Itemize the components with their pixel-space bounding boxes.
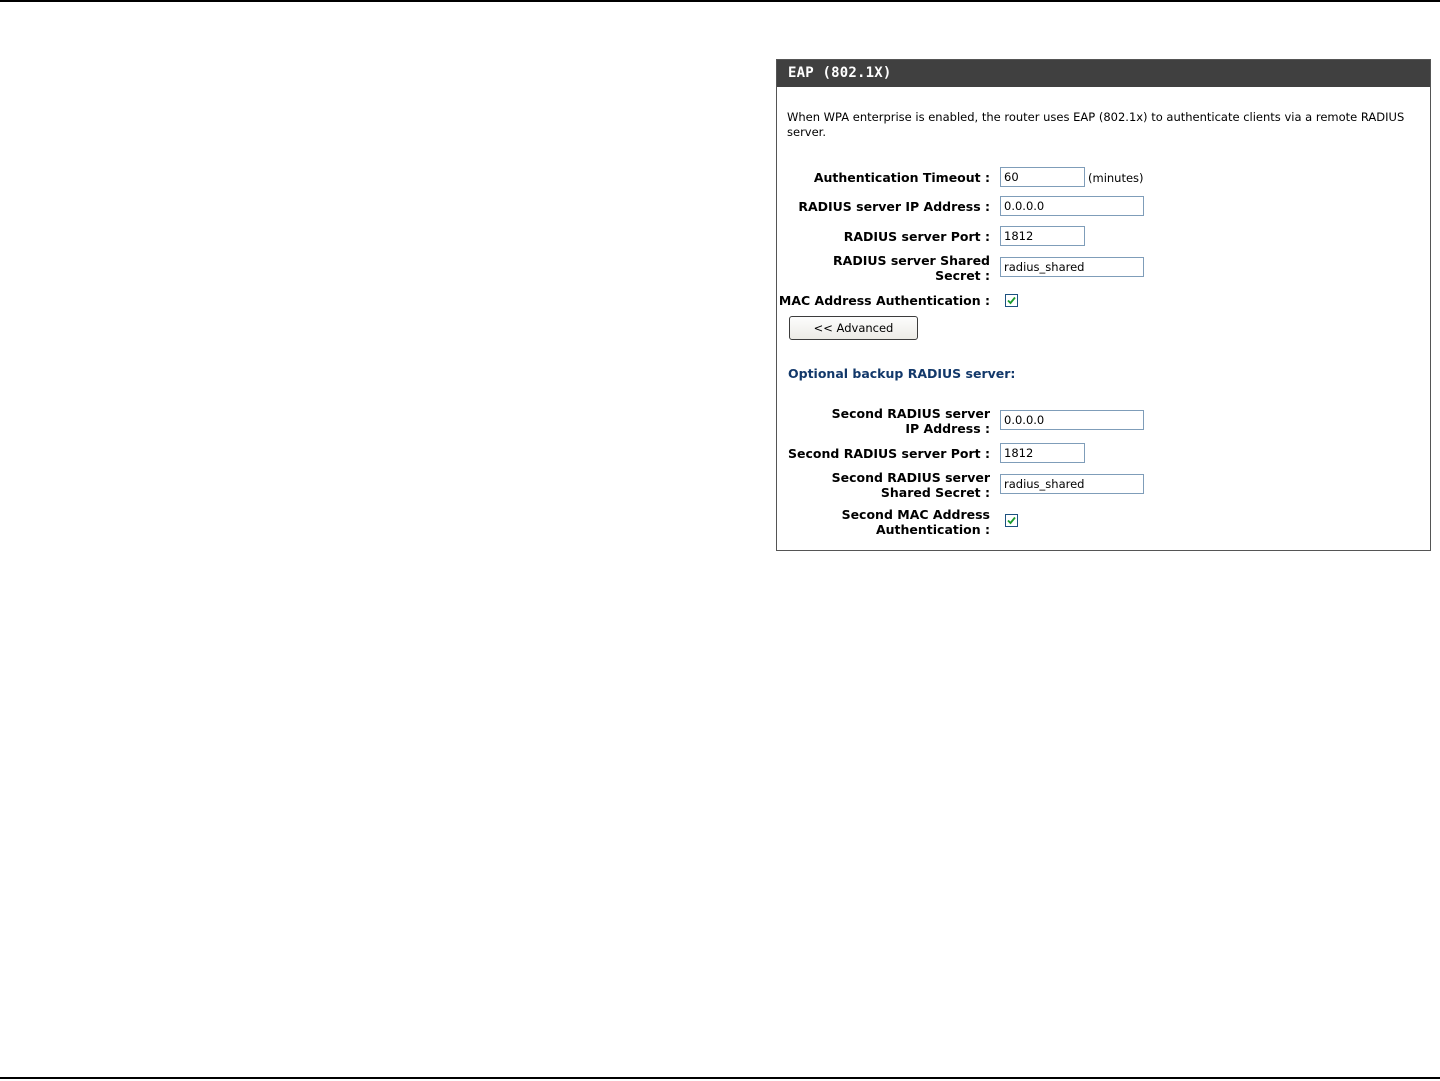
radius-ip-label: RADIUS server IP Address : xyxy=(798,199,990,214)
radius-secret-label: RADIUS server Shared Secret : xyxy=(833,253,990,283)
panel-description: When WPA enterprise is enabled, the rout… xyxy=(787,110,1405,139)
auth-timeout-input[interactable] xyxy=(1000,167,1085,187)
mac-auth-label: MAC Address Authentication : xyxy=(778,293,990,308)
mac-auth-checkbox[interactable] xyxy=(1005,294,1018,307)
checkmark-icon xyxy=(1007,296,1016,305)
panel-title: EAP (802.1X) xyxy=(777,60,1430,87)
second-radius-ip-label: Second RADIUS server IP Address : xyxy=(831,406,990,436)
radius-port-label: RADIUS server Port : xyxy=(843,229,990,244)
auth-timeout-label: Authentication Timeout : xyxy=(813,170,990,185)
second-radius-port-input[interactable] xyxy=(1000,443,1085,463)
second-radius-port-label: Second RADIUS server Port : xyxy=(788,446,990,461)
checkmark-icon xyxy=(1007,516,1016,525)
radius-port-input[interactable] xyxy=(1000,226,1085,246)
radius-secret-input[interactable] xyxy=(1000,257,1144,277)
second-mac-auth-checkbox[interactable] xyxy=(1005,514,1018,527)
auth-timeout-unit: (minutes) xyxy=(1088,171,1144,185)
bottom-rule xyxy=(0,1077,1440,1079)
second-mac-auth-label: Second MAC Address Authentication : xyxy=(841,507,990,537)
second-radius-secret-label: Second RADIUS server Shared Secret : xyxy=(831,470,990,500)
backup-section-title: Optional backup RADIUS server: xyxy=(788,366,1016,381)
radius-ip-input[interactable] xyxy=(1000,196,1144,216)
eap-panel: EAP (802.1X) When WPA enterprise is enab… xyxy=(776,59,1431,551)
advanced-toggle-button[interactable]: << Advanced xyxy=(789,316,918,340)
second-radius-ip-input[interactable] xyxy=(1000,410,1144,430)
top-rule xyxy=(0,0,1440,2)
second-radius-secret-input[interactable] xyxy=(1000,474,1144,494)
